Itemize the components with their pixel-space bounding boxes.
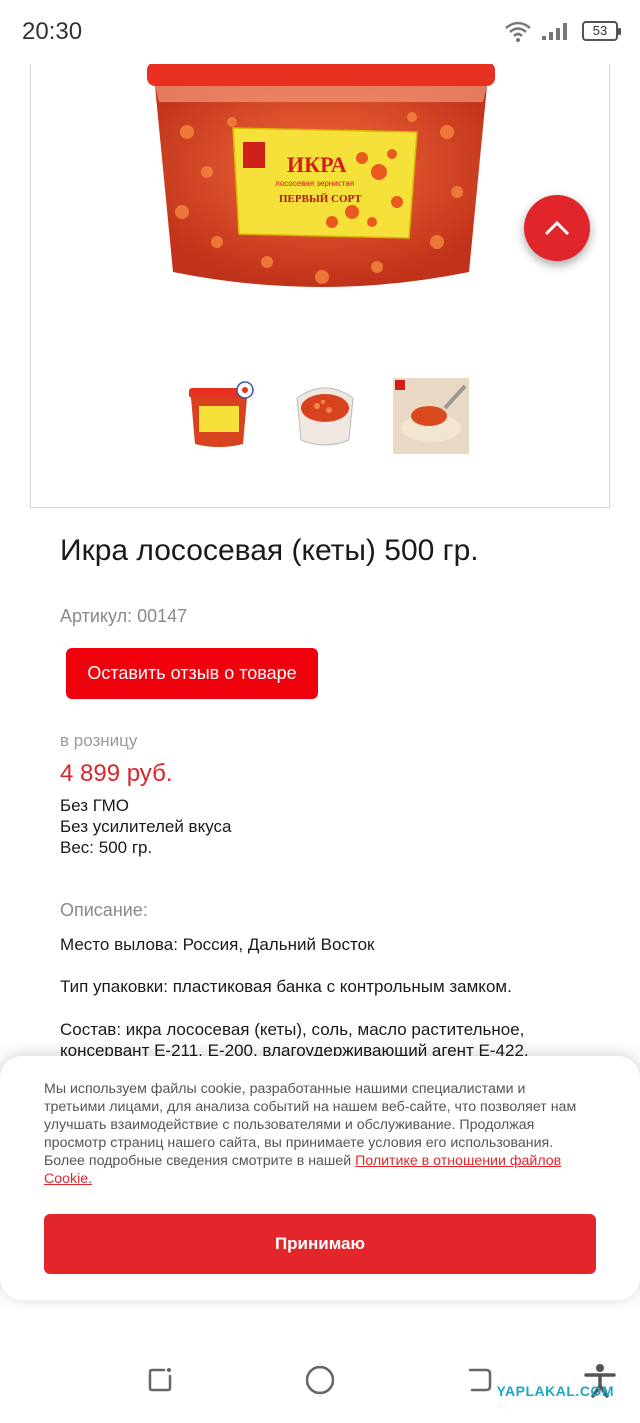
product-article: Артикул: 00147 (60, 606, 188, 626)
svg-text:ИКРА: ИКРА (287, 152, 347, 177)
battery-icon: 53 (582, 21, 621, 41)
description-line: Состав: икра лососевая (кеты), соль, мас… (60, 1020, 525, 1039)
back-icon[interactable] (462, 1362, 498, 1398)
thumbnail-jar-front[interactable] (181, 378, 257, 454)
system-nav-bar (0, 1340, 640, 1423)
description-line: Место вылова: Россия, Дальний Восток (60, 935, 375, 954)
description-label: Описание: (60, 900, 148, 920)
leave-review-button[interactable]: Оставить отзыв о товаре (66, 648, 318, 699)
thumbnail-spoon-serving[interactable] (393, 378, 469, 454)
feature-list: Без ГМО Без усилителей вкуса Вес: 500 гр… (60, 795, 231, 858)
watermark: YAPLAKAL.COM (496, 1383, 614, 1399)
product-price: 4 899 руб. (60, 760, 173, 787)
status-icons: 53 (504, 20, 621, 42)
cookie-banner: Мы используем файлы cookie, разработанны… (0, 1056, 640, 1300)
feature-item: Вес: 500 гр. (60, 838, 153, 857)
chevron-up-icon (544, 220, 570, 236)
description-line: Тип упаковки: пластиковая банка с контро… (60, 977, 512, 996)
thumbnail-jar-top[interactable] (287, 378, 363, 454)
product-title: Икра лососевая (кеты) 500 гр. (60, 534, 479, 567)
status-bar: 20:30 53 (0, 0, 640, 64)
svg-text:ПЕРВЫЙ СОРТ: ПЕРВЫЙ СОРТ (279, 193, 362, 205)
status-time: 20:30 (22, 18, 83, 45)
product-gallery: ИКРА лососевая зернистая ПЕРВЫЙ СОРТ (30, 64, 610, 508)
retail-label: в розницу (60, 731, 138, 750)
cookie-text: Мы используем файлы cookie, разработанны… (44, 1080, 584, 1188)
accept-cookies-button[interactable]: Принимаю (44, 1214, 596, 1274)
signal-icon (542, 23, 567, 40)
wifi-icon (505, 21, 531, 42)
feature-item: Без усилителей вкуса (60, 817, 232, 836)
recent-apps-icon[interactable] (142, 1362, 178, 1398)
feature-item: Без ГМО (60, 796, 129, 815)
thumbnail-list (181, 378, 469, 454)
svg-text:лососевая зернистая: лососевая зернистая (275, 179, 354, 188)
scroll-to-top-button[interactable] (524, 195, 590, 261)
main-product-image[interactable]: ИКРА лососевая зернистая ПЕРВЫЙ СОРТ (147, 64, 495, 356)
home-icon[interactable] (302, 1362, 338, 1398)
